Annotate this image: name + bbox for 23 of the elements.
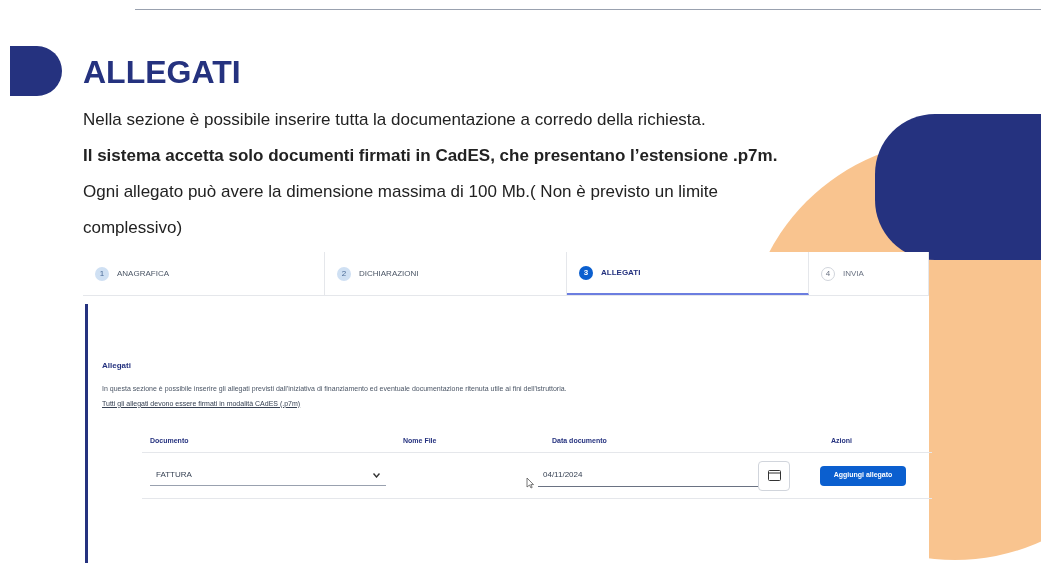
chevron-down-icon bbox=[373, 472, 380, 478]
step-label: ALLEGATI bbox=[601, 266, 641, 279]
slide-title: ALLEGATI bbox=[83, 53, 241, 92]
step-number: 2 bbox=[337, 266, 351, 281]
step-number: 1 bbox=[95, 266, 109, 281]
document-select[interactable]: FATTURA bbox=[150, 465, 386, 486]
calendar-button[interactable] bbox=[758, 460, 790, 491]
date-field[interactable]: 04/11/2024 bbox=[538, 464, 758, 487]
slide-text: Nella sezione è possibile inserire tutta la documentazione a corredo della richiesta. bbox=[83, 109, 706, 131]
step-label: INVIA bbox=[843, 267, 864, 280]
slide-text: Il sistema accetta solo documenti firmati in CadES, che presentano l’estensione .p7m. bbox=[83, 145, 778, 167]
step-number: 4 bbox=[821, 266, 835, 281]
tab-decoration bbox=[10, 46, 62, 96]
step-label: DICHIARAZIONI bbox=[359, 267, 419, 280]
step-number: 3 bbox=[579, 265, 593, 280]
step-tab[interactable]: 2 DICHIARAZIONI bbox=[325, 252, 567, 295]
step-tab[interactable]: 1 ANAGRAFICA bbox=[83, 252, 325, 295]
step-label: ANAGRAFICA bbox=[117, 267, 169, 280]
section-heading: Allegati bbox=[102, 360, 131, 372]
step-tab[interactable]: 3 ALLEGATI bbox=[567, 252, 809, 295]
slide-text: Ogni allegato può avere la dimensione massima di 100 Mb.( Non è previsto un limite complessivo) bbox=[83, 181, 719, 239]
mouse-cursor-icon bbox=[526, 476, 534, 489]
calendar-icon bbox=[767, 470, 781, 481]
